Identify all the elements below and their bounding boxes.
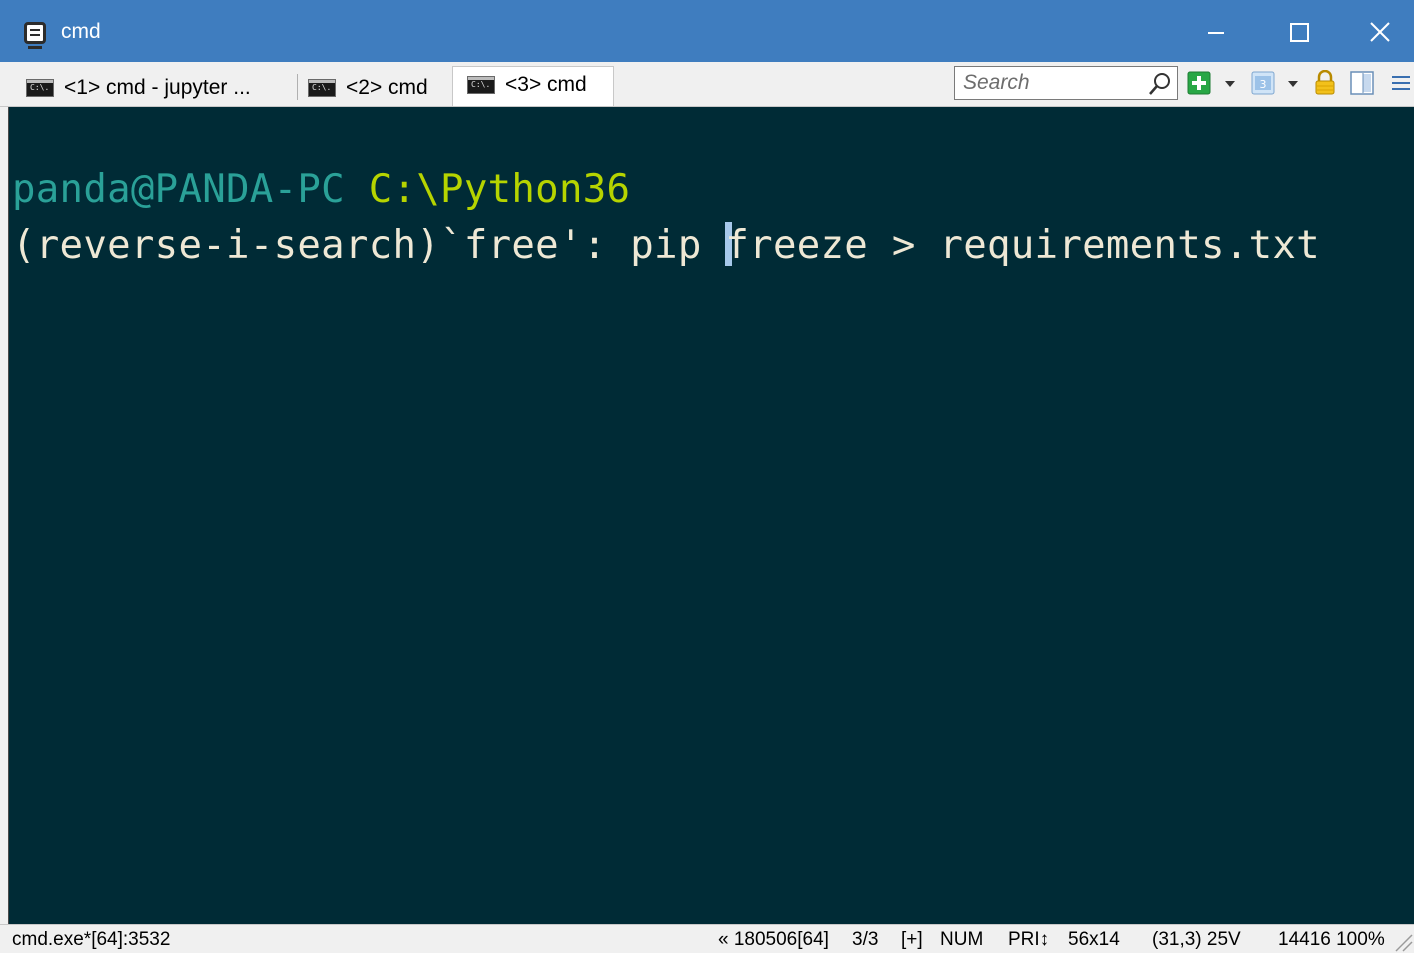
search-prefix-text: (reverse-i-search)`free': pip xyxy=(12,223,726,268)
prompt-line: panda@PANDA-PC C:\Python36 xyxy=(12,167,630,212)
new-console-icon[interactable] xyxy=(1187,70,1211,96)
status-cursor-position[interactable]: (31,3) 25V xyxy=(1152,926,1241,954)
resize-grip-icon[interactable] xyxy=(1390,929,1414,953)
status-numlock[interactable]: NUM xyxy=(940,926,983,954)
search-input[interactable] xyxy=(955,67,1151,99)
status-memory[interactable]: 14416 100% xyxy=(1278,926,1385,954)
status-bar: cmd.exe*[64]:3532 « 180506[64] 3/3 [+] N… xyxy=(0,924,1414,953)
minimize-icon xyxy=(1208,32,1224,34)
search-icon[interactable] xyxy=(1147,71,1173,97)
window-title: cmd xyxy=(61,20,101,43)
tab-3[interactable]: <3> cmd xyxy=(452,66,614,106)
tab-2[interactable]: <2> cmd xyxy=(308,72,428,104)
search-match-text: freeze > requirements.txt xyxy=(725,223,1320,268)
conemu-window: cmd <1> cmd - jupyter ... <2> cmd <3> cm… xyxy=(0,0,1414,953)
maximize-button[interactable] xyxy=(1276,14,1322,50)
close-icon xyxy=(1370,22,1390,42)
tab-bar: <1> cmd - jupyter ... <2> cmd <3> cmd xyxy=(0,62,1414,107)
dropdown-arrow-icon[interactable] xyxy=(1285,70,1301,96)
console-icon xyxy=(467,76,495,95)
svg-text:3: 3 xyxy=(1260,78,1267,91)
title-bar[interactable]: cmd xyxy=(0,0,1414,62)
console-icon xyxy=(26,79,54,98)
prompt-user: panda@PANDA-PC xyxy=(12,167,345,212)
status-flag[interactable]: [+] xyxy=(901,926,923,954)
tab-separator xyxy=(297,74,298,100)
tab-label: <2> cmd xyxy=(346,76,428,99)
maximize-icon xyxy=(1290,23,1309,42)
status-process[interactable]: cmd.exe*[64]:3532 xyxy=(12,926,170,954)
console-app-icon[interactable] xyxy=(24,22,46,49)
view-icon[interactable]: 3 xyxy=(1251,70,1275,96)
dropdown-arrow-icon[interactable] xyxy=(1222,70,1238,96)
tab-1[interactable]: <1> cmd - jupyter ... xyxy=(26,72,251,104)
tab-label: <3> cmd xyxy=(505,73,587,96)
close-button[interactable] xyxy=(1357,14,1403,50)
status-tab-count[interactable]: 3/3 xyxy=(852,926,878,954)
status-priority[interactable]: PRI↕ xyxy=(1008,926,1049,954)
reverse-search-line: (reverse-i-search)`free': pip freeze > r… xyxy=(12,222,1320,268)
status-timestamp[interactable]: « 180506[64] xyxy=(718,926,829,954)
minimize-button[interactable] xyxy=(1193,14,1239,50)
menu-icon[interactable] xyxy=(1390,70,1412,96)
split-panel-icon[interactable] xyxy=(1350,70,1374,96)
terminal-console[interactable]: panda@PANDA-PC C:\Python36 (reverse-i-se… xyxy=(8,107,1414,924)
search-box[interactable] xyxy=(954,66,1178,100)
prompt-path: C:\Python36 xyxy=(368,167,631,212)
console-icon xyxy=(308,79,336,98)
lock-icon[interactable] xyxy=(1313,70,1337,96)
status-console-size[interactable]: 56x14 xyxy=(1068,926,1120,954)
tab-label: <1> cmd - jupyter ... xyxy=(64,76,251,99)
